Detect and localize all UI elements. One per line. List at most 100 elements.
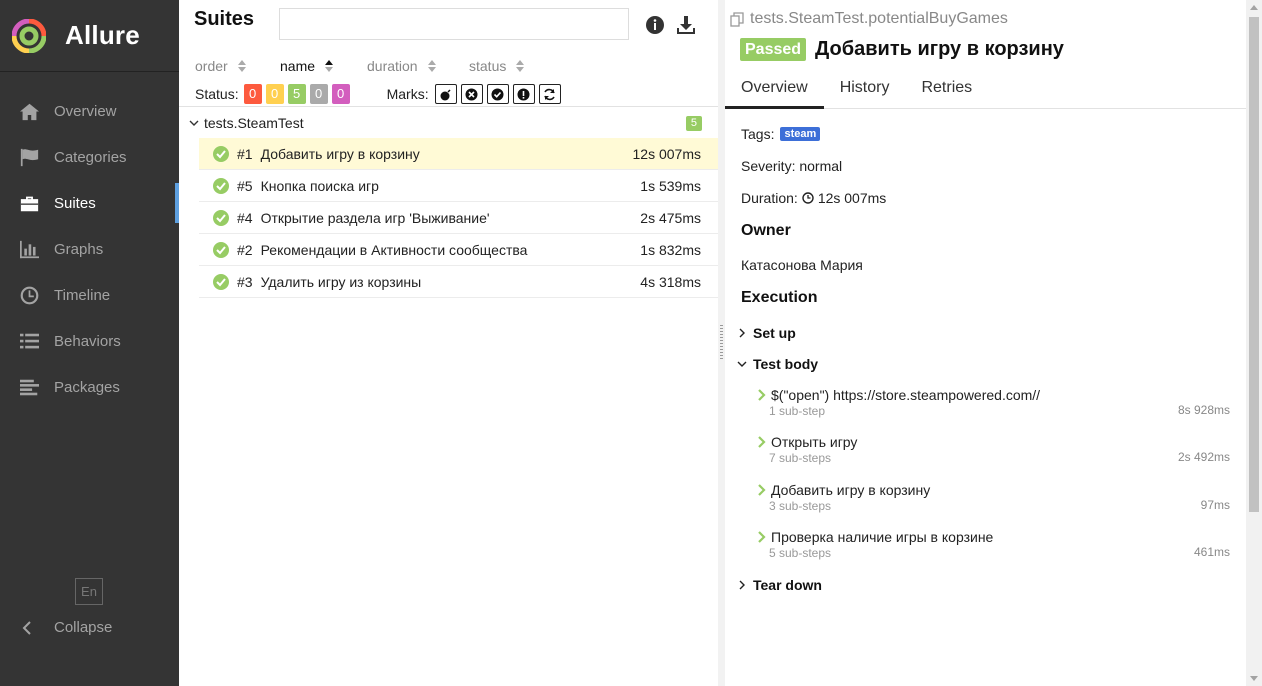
page-title: Suites <box>194 8 255 30</box>
step-item[interactable]: Открыть игру 7 sub-steps 2s 492ms <box>757 434 1230 465</box>
brand-name: Allure <box>65 20 140 50</box>
test-row[interactable]: #4 Открытие раздела игр 'Выживание' 2s 4… <box>199 202 718 234</box>
brand[interactable]: Allure <box>0 0 179 72</box>
test-title: Добавить игру в корзину <box>815 38 1064 60</box>
language-switch[interactable]: En <box>75 578 103 605</box>
test-duration: 12s 007ms <box>632 146 701 162</box>
sort-duration[interactable]: duration <box>367 58 445 74</box>
sidebar-item-timeline[interactable]: Timeline <box>0 272 179 318</box>
briefcase-icon <box>18 193 40 213</box>
status-failed-toggle[interactable]: 0 <box>243 84 262 104</box>
search-input[interactable] <box>279 8 629 40</box>
sidebar-item-label: Overview <box>54 102 117 120</box>
passed-status-icon <box>213 209 229 226</box>
bomb-icon <box>440 88 451 100</box>
vertical-scrollbar[interactable] <box>1246 0 1262 686</box>
tab-retries[interactable]: Retries <box>905 70 988 109</box>
pane-splitter[interactable] <box>718 0 725 686</box>
copy-icon <box>730 11 744 27</box>
sidebar-item-overview[interactable]: Overview <box>0 88 179 134</box>
test-name: Добавить игру в корзину <box>260 145 420 162</box>
mark-new-failed-toggle[interactable] <box>460 84 483 104</box>
test-row[interactable]: #1 Добавить игру в корзину 12s 007ms <box>199 138 718 170</box>
sort-name[interactable]: name <box>280 58 343 74</box>
step-substeps: 7 sub-steps <box>769 451 832 465</box>
chevron-left-icon <box>22 620 31 635</box>
test-duration: 1s 832ms <box>640 242 701 258</box>
test-row[interactable]: #2 Рекомендации в Активности сообщества … <box>199 234 718 266</box>
refresh-icon <box>544 88 555 100</box>
suite-name: tests.SteamTest <box>204 115 304 131</box>
tab-history[interactable]: History <box>824 70 906 109</box>
download-icon[interactable] <box>675 14 697 36</box>
sort-arrows-icon <box>237 60 246 72</box>
step-duration: 461ms <box>1193 545 1230 559</box>
step-chevron-icon <box>758 531 766 543</box>
test-duration: 2s 475ms <box>640 210 701 226</box>
test-duration: 4s 318ms <box>640 274 701 290</box>
test-body-section[interactable]: Test body <box>737 356 818 372</box>
mark-new-broken-toggle[interactable] <box>512 84 535 104</box>
flag-icon <box>18 147 40 167</box>
mark-retries-toggle[interactable] <box>538 84 561 104</box>
mark-new-passed-toggle[interactable] <box>486 84 509 104</box>
test-name: Кнопка поиска игр <box>260 177 379 194</box>
bar-chart-icon <box>18 239 40 259</box>
chevron-right-icon <box>739 580 745 590</box>
severity-row: Severity: normal <box>741 158 843 174</box>
step-chevron-icon <box>758 436 766 448</box>
test-number: #1 <box>237 145 253 162</box>
scroll-down-icon[interactable] <box>1250 676 1258 681</box>
sidebar-item-suites[interactable]: Suites <box>0 180 179 226</box>
sidebar-item-label: Suites <box>54 194 96 212</box>
passed-status-icon <box>213 145 229 162</box>
sidebar-item-label: Packages <box>54 378 120 396</box>
info-icon[interactable] <box>644 14 666 36</box>
scroll-up-icon[interactable] <box>1250 5 1258 10</box>
duration-value: 12s 007ms <box>817 190 887 206</box>
sort-order[interactable]: order <box>195 58 256 74</box>
step-substeps: 5 sub-steps <box>769 546 832 560</box>
duration-label: Duration: <box>741 190 798 206</box>
step-substeps: 3 sub-steps <box>769 499 832 513</box>
mark-flaky-toggle[interactable] <box>434 84 457 104</box>
sidebar-item-graphs[interactable]: Graphs <box>0 226 179 272</box>
collapse-button[interactable]: Collapse <box>20 619 112 636</box>
test-row[interactable]: #5 Кнопка поиска игр 1s 539ms <box>199 170 718 202</box>
status-skipped-toggle[interactable]: 0 <box>309 84 328 104</box>
setup-section[interactable]: Set up <box>737 325 796 341</box>
test-name: Рекомендации в Активности сообщества <box>260 241 528 258</box>
test-number: #2 <box>237 241 253 258</box>
status-unknown-toggle[interactable]: 0 <box>331 84 350 104</box>
breadcrumb-text: tests.SteamTest.potentialBuyGames <box>750 10 1008 27</box>
test-row[interactable]: #3 Удалить игру из корзины 4s 318ms <box>199 266 718 298</box>
status-passed-toggle[interactable]: 5 <box>287 84 306 104</box>
step-duration: 2s 492ms <box>1177 450 1230 464</box>
sort-arrows-icon <box>516 60 525 72</box>
list-icon <box>18 331 40 351</box>
sidebar-item-label: Timeline <box>54 286 111 304</box>
sidebar-item-packages[interactable]: Packages <box>0 364 179 410</box>
tags-label: Tags: <box>741 126 775 142</box>
teardown-section[interactable]: Tear down <box>737 577 822 593</box>
step-item[interactable]: $("open") https://store.steampowered.com… <box>757 387 1230 418</box>
sidebar-item-label: Behaviors <box>54 332 121 350</box>
step-item[interactable]: Добавить игру в корзину 3 sub-steps 97ms <box>757 482 1230 513</box>
scrollbar-thumb[interactable] <box>1249 17 1259 512</box>
test-name: Открытие раздела игр 'Выживание' <box>260 209 490 226</box>
status-filter: Status: 0 0 5 0 0 Marks: <box>195 84 565 104</box>
sidebar-item-categories[interactable]: Categories <box>0 134 179 180</box>
tab-overview[interactable]: Overview <box>725 70 824 109</box>
sort-label: duration <box>367 58 418 74</box>
sort-label: order <box>195 58 228 74</box>
step-substeps: 1 sub-step <box>769 404 826 418</box>
owner-name: Катасонова Мария <box>741 257 863 273</box>
sidebar-item-behaviors[interactable]: Behaviors <box>0 318 179 364</box>
sort-status[interactable]: status <box>469 58 525 74</box>
test-title-line: Passed Добавить игру в корзину <box>740 38 1064 61</box>
suite-group-header[interactable]: tests.SteamTest 5 <box>179 108 718 138</box>
suites-header: Suites order name duration status Status… <box>179 0 718 107</box>
breadcrumb[interactable]: tests.SteamTest.potentialBuyGames <box>730 10 1008 28</box>
step-item[interactable]: Проверка наличие игры в корзине 5 sub-st… <box>757 529 1230 560</box>
status-broken-toggle[interactable]: 0 <box>265 84 284 104</box>
